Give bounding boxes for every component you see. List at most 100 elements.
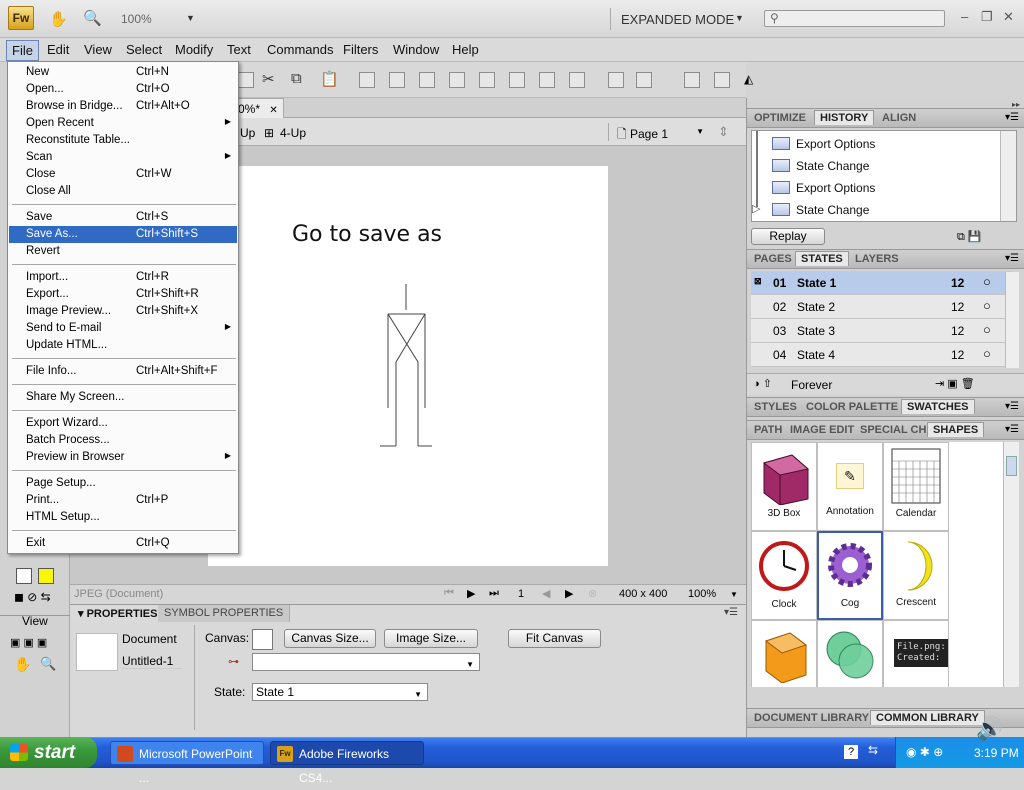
page-options-icon[interactable]: ⇕ [718,124,729,140]
file-menu-item[interactable]: Save As... Ctrl+Shift+S [9,226,237,243]
canvas-size-button[interactable]: Canvas Size... [284,629,376,648]
file-menu-item[interactable]: HTML Setup... [9,509,237,526]
search-input[interactable]: ⚲ [764,10,945,27]
play-icon[interactable]: ▶ [467,587,475,600]
workspace-mode-select[interactable]: EXPANDED MODE [621,12,734,27]
history-item[interactable]: State Change [796,159,869,173]
loop-icon[interactable]: ◑ ⇧ [753,377,772,390]
shape-cube[interactable] [751,620,817,687]
tab-states[interactable]: STATES [795,251,849,266]
rotate-left-button[interactable] [684,72,700,88]
zoom-tool-icon[interactable]: 🔍 [83,9,102,27]
stop-icon[interactable]: ⊗ [588,587,597,600]
fit-canvas-button[interactable]: Fit Canvas [508,629,601,648]
magnify-icon[interactable]: 🔍 [40,656,56,672]
two-up-view[interactable]: Up [240,126,255,140]
menu-edit[interactable]: Edit [47,42,69,57]
state-visibility-icon[interactable]: ○ [983,346,991,361]
history-item[interactable]: State Change [796,203,869,217]
history-item[interactable]: Export Options [796,137,875,151]
canvas-color-swatch[interactable] [252,629,273,650]
align-button[interactable] [636,72,652,88]
shape-3d-box[interactable]: 3D Box [751,442,817,531]
panel-menu-icon[interactable]: ▾☰ [1005,112,1019,123]
file-menu-item[interactable]: Exit Ctrl+Q [9,535,237,552]
minimize-icon[interactable]: – [961,9,968,24]
file-menu-item[interactable]: Batch Process... [9,432,237,449]
file-menu-item[interactable]: Image Preview... Ctrl+Shift+X [9,303,237,320]
state-row[interactable]: 02 State 2 12 ○ [751,295,1013,319]
shape-calendar[interactable]: Calendar [883,442,949,531]
screen-mode-icons[interactable]: ▣ ▣ ▣ [10,636,47,649]
state-row[interactable]: 03 State 3 12 ○ [751,319,1013,343]
history-copy-icon[interactable]: ⧉ 💾 [957,230,982,244]
tab-swatches[interactable]: SWATCHES [901,399,975,414]
join-button[interactable] [419,72,435,88]
shape-crescent[interactable]: Crescent [883,531,949,620]
ungroup-button[interactable] [389,72,405,88]
shape-cog[interactable]: Cog [817,531,883,620]
close-icon[interactable]: ✕ [1003,9,1014,25]
fill-color-swatch[interactable] [38,568,54,584]
file-menu-item[interactable]: Export Wizard... [9,415,237,432]
document-name-field[interactable]: Untitled-1 [122,654,182,669]
menu-filters[interactable]: Filters [343,42,378,57]
file-menu-item[interactable]: Preview in Browser ▶ [9,449,237,466]
panel-menu-icon[interactable]: ▾☰ [1005,424,1019,435]
mode-dropdown-icon[interactable]: ▼ [735,13,744,23]
shape-file-png[interactable]: File.png: Created: [883,620,949,687]
file-menu-item[interactable]: Print... Ctrl+P [9,492,237,509]
file-menu-item[interactable]: Open Recent ▶ [9,115,237,132]
state-delay-select[interactable]: ▼ [252,653,480,671]
tab-history[interactable]: HISTORY [814,110,875,125]
shapes-scrollbar[interactable] [1003,442,1019,687]
restore-icon[interactable]: ❐ [981,9,993,25]
stroke-color-well[interactable] [12,565,60,587]
panel-menu-icon[interactable]: ▾☰ [1005,253,1019,264]
state-visibility-icon[interactable]: ○ [983,298,991,313]
menu-text[interactable]: Text [227,42,251,57]
start-button[interactable]: start [0,737,97,768]
stick-figure-drawing[interactable] [378,282,438,450]
flip-horizontal-icon[interactable]: ◭ [744,72,760,88]
next-frame-icon[interactable]: ▶ [565,587,573,600]
zoom-dropdown-icon[interactable]: ▼ [186,13,195,23]
states-scrollbar[interactable] [1005,272,1019,368]
tab-symbol-properties[interactable]: SYMBOL PROPERTIES [158,605,291,622]
file-menu-item[interactable]: File Info... Ctrl+Alt+Shift+F [9,363,237,380]
menu-window[interactable]: Window [393,42,439,57]
tab-align[interactable]: ALIGN [877,111,921,125]
bring-front-button[interactable] [479,72,495,88]
file-menu-item[interactable]: Reconstitute Table... [9,132,237,149]
canvas-text[interactable]: Go to save as [292,222,442,247]
history-item[interactable]: Export Options [796,181,875,195]
hand-icon[interactable]: ✋ [14,656,31,673]
tab-layers[interactable]: LAYERS [850,252,904,266]
tab-properties[interactable]: ▾ PROPERTIES [72,605,165,622]
tab-shapes[interactable]: SHAPES [927,422,985,437]
menu-view[interactable]: View [84,42,112,57]
prev-frame-icon[interactable]: ◀ [542,587,550,600]
copy-icon[interactable]: ⧉ [291,70,302,87]
file-menu-item[interactable]: New Ctrl+N [9,64,237,81]
file-menu-item[interactable]: Export... Ctrl+Shift+R [9,286,237,303]
network-icon[interactable]: ⇆ [868,743,878,757]
tab-optimize[interactable]: OPTIMIZE [749,111,811,125]
color-options-icons[interactable]: ◼ ⊘ ⇆ [14,590,51,604]
send-back-button[interactable] [569,72,585,88]
hand-tool-icon[interactable]: ✋ [49,10,68,28]
state-row[interactable]: 04 State 4 12 ○ [751,343,1013,367]
zoom-level[interactable]: 100% [121,12,152,26]
taskbar-item-powerpoint[interactable]: Microsoft PowerPoint ... [110,741,264,785]
history-scrollbar[interactable] [1000,131,1016,221]
first-frame-icon[interactable]: ⏮ [444,587,454,600]
speaker-icon[interactable]: 🔊 [976,716,1003,742]
rotate-right-button[interactable] [714,72,730,88]
taskbar-item-fireworks[interactable]: Fw Adobe Fireworks CS4... [270,741,424,785]
four-up-view-icon[interactable]: ⊞ [264,126,274,140]
page-select[interactable]: 🗋 Page 1 ▼ [608,123,708,141]
file-menu-item[interactable]: Revert [9,243,237,260]
tab-special-characters[interactable]: SPECIAL CH [855,423,931,437]
menu-select[interactable]: Select [126,42,162,57]
state-visibility-icon[interactable]: ○ [983,322,991,337]
